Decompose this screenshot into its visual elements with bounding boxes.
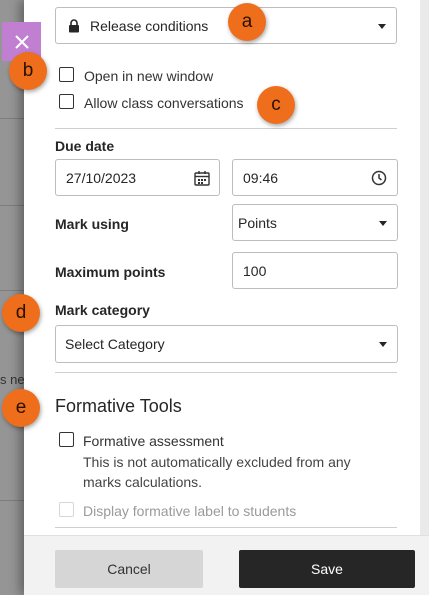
formative-tools-title: Formative Tools <box>55 396 182 416</box>
display-formative-label-option: Display formative label to students <box>59 501 296 521</box>
formative-helper-line: marks calculations. <box>83 474 203 490</box>
mark-using-label: Mark using <box>55 216 129 232</box>
save-button[interactable]: Save <box>239 550 415 588</box>
mark-category-value: Select Category <box>65 336 165 352</box>
calendar-icon[interactable] <box>194 171 210 186</box>
formative-helper-line: This is not automatically excluded from … <box>83 454 351 470</box>
formative-assessment-label: Formative assessment <box>83 433 224 449</box>
callout-marker-c: c <box>257 86 295 124</box>
chevron-down-icon <box>379 220 387 226</box>
divider <box>55 527 397 528</box>
display-formative-label-label: Display formative label to students <box>83 503 297 519</box>
due-time-value: 09:46 <box>243 169 279 186</box>
class-conversations-checkbox[interactable] <box>59 94 74 109</box>
formative-helper-text: This is not automatically excluded from … <box>83 452 351 492</box>
cancel-button[interactable]: Cancel <box>55 550 203 588</box>
class-conversations-label: Allow class conversations <box>84 95 244 111</box>
mark-using-dropdown[interactable]: Points <box>232 204 398 241</box>
callout-marker-a: a <box>228 3 266 41</box>
release-conditions-label: Release conditions <box>90 17 209 34</box>
settings-panel: Release conditions Open in new window Al… <box>24 0 429 595</box>
mark-category-label: Mark category <box>55 302 150 318</box>
chevron-down-icon <box>379 342 387 347</box>
formative-assessment-option[interactable]: Formative assessment <box>59 431 224 451</box>
due-date-value: 27/10/2023 <box>66 169 137 186</box>
display-formative-label-checkbox <box>59 502 74 517</box>
clock-icon[interactable] <box>371 170 387 186</box>
mark-using-value: Points <box>238 214 277 231</box>
class-conversations-option[interactable]: Allow class conversations <box>59 93 244 113</box>
due-date-label: Due date <box>55 138 115 154</box>
callout-marker-e: e <box>2 389 40 427</box>
callout-marker-d: d <box>2 294 40 332</box>
maximum-points-label: Maximum points <box>55 264 166 280</box>
maximum-points-value: 100 <box>243 262 267 279</box>
open-new-window-label: Open in new window <box>84 68 214 84</box>
due-time-input[interactable]: 09:46 <box>232 159 398 196</box>
open-new-window-checkbox[interactable] <box>59 67 74 82</box>
formative-assessment-checkbox[interactable] <box>59 432 74 447</box>
chevron-down-icon <box>378 23 386 29</box>
scrollbar[interactable] <box>420 0 429 535</box>
open-new-window-option[interactable]: Open in new window <box>59 66 213 86</box>
lock-icon <box>69 18 79 32</box>
panel-footer: Cancel Save <box>24 535 429 595</box>
close-icon <box>14 34 29 49</box>
maximum-points-input[interactable]: 100 <box>232 252 398 289</box>
callout-marker-b: b <box>9 52 47 90</box>
divider <box>55 128 397 129</box>
divider <box>55 372 397 373</box>
due-date-input[interactable]: 27/10/2023 <box>55 159 220 196</box>
release-conditions-dropdown[interactable]: Release conditions <box>55 7 397 44</box>
mark-category-dropdown[interactable]: Select Category <box>55 325 398 363</box>
